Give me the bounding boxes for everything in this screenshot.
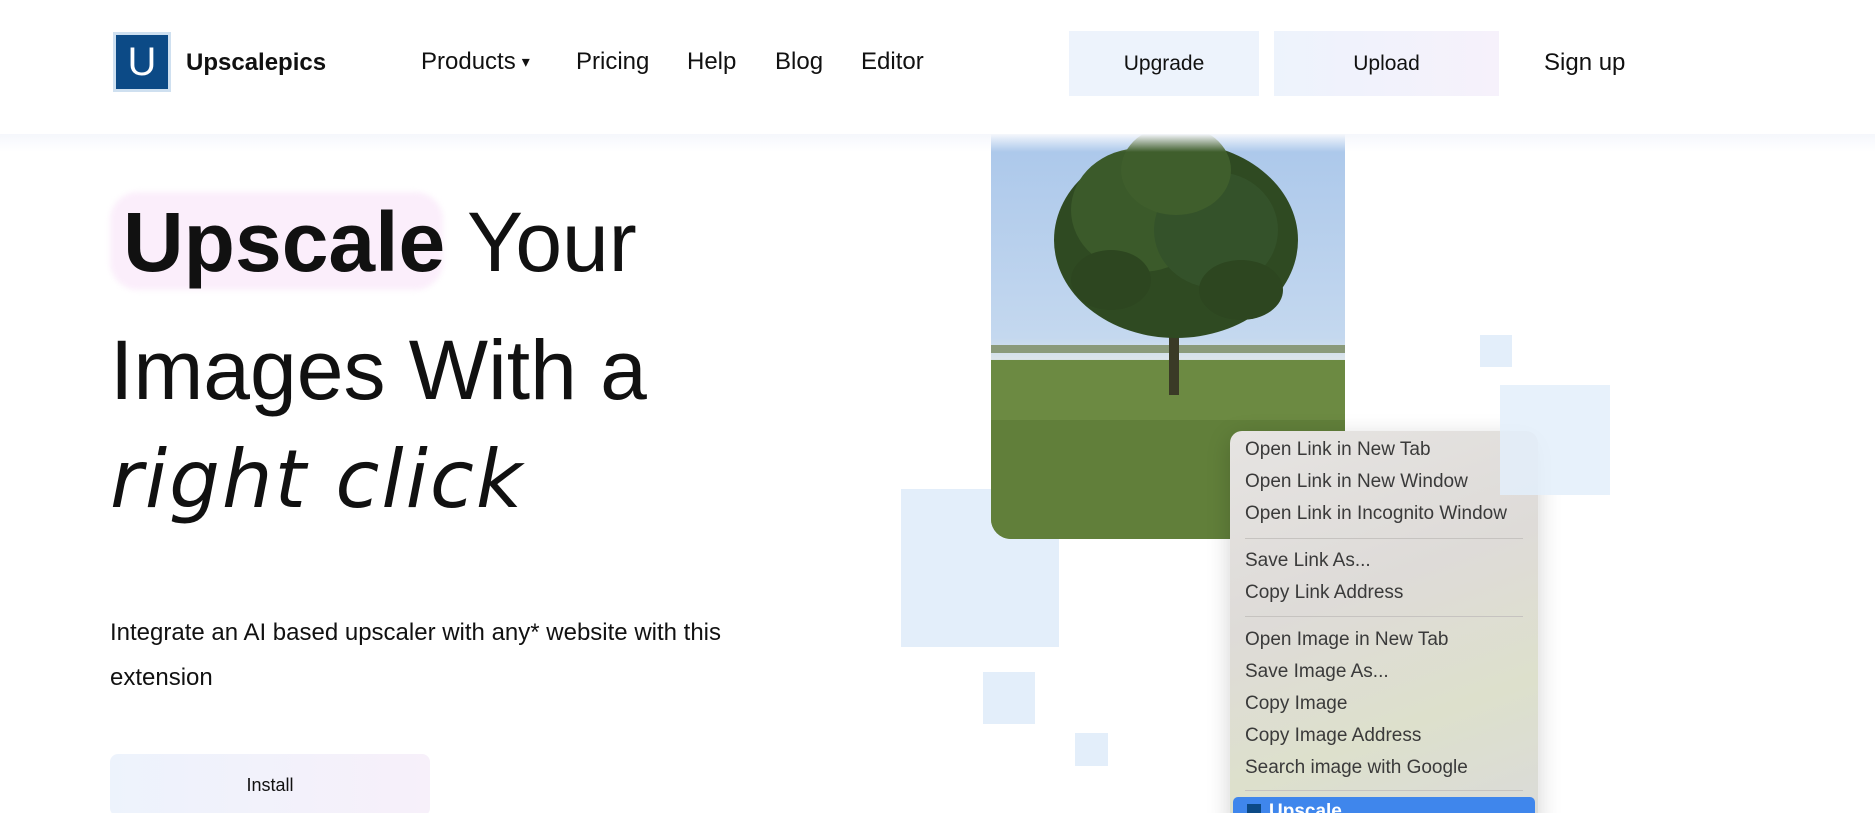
decor-square <box>983 672 1035 724</box>
menu-item-copy-image[interactable]: Copy Image <box>1245 693 1347 715</box>
nav-products[interactable]: Products ▾ <box>421 48 530 76</box>
decor-square <box>1075 733 1108 766</box>
menu-separator <box>1245 790 1523 791</box>
menu-item-open-link-incognito[interactable]: Open Link in Incognito Window <box>1245 503 1507 525</box>
menu-item-search-image-google[interactable]: Search image with Google <box>1245 757 1468 779</box>
nav-editor[interactable]: Editor <box>861 48 924 76</box>
signup-link[interactable]: Sign up <box>1544 49 1625 77</box>
menu-item-open-link-new-window[interactable]: Open Link in New Window <box>1245 471 1468 493</box>
hero-title-line1: Upscale Your <box>110 200 637 284</box>
site-header: U Upscalepics Products ▾ Pricing Help Blo… <box>0 0 1875 134</box>
menu-item-save-link-as[interactable]: Save Link As... <box>1245 550 1371 572</box>
hero-title-bold: Upscale <box>123 195 446 289</box>
header-shadow <box>0 134 1875 152</box>
nav-pricing[interactable]: Pricing <box>576 48 649 76</box>
hero-description: Integrate an AI based upscaler with any*… <box>110 619 722 691</box>
hero-title-line2: Images With a <box>110 323 647 417</box>
menu-item-copy-image-address[interactable]: Copy Image Address <box>1245 725 1421 747</box>
decor-square <box>1480 335 1512 367</box>
menu-item-copy-link-address[interactable]: Copy Link Address <box>1245 582 1403 604</box>
install-button[interactable]: Install <box>110 754 430 813</box>
nav-blog[interactable]: Blog <box>775 48 823 76</box>
hero-title-rest: Your <box>445 195 637 289</box>
nav-help[interactable]: Help <box>687 48 736 76</box>
hero-title-line3: right click <box>110 433 525 526</box>
menu-item-save-image-as[interactable]: Save Image As... <box>1245 661 1389 683</box>
menu-separator <box>1245 616 1523 617</box>
menu-separator <box>1245 538 1523 539</box>
logo-icon[interactable]: U <box>113 32 171 92</box>
decor-square <box>1500 385 1610 495</box>
upload-button[interactable]: Upload <box>1274 31 1499 96</box>
menu-item-upscale-label: Upscale <box>1269 801 1342 813</box>
nav-products-label: Products <box>421 48 516 75</box>
menu-item-open-link-new-tab[interactable]: Open Link in New Tab <box>1245 439 1431 461</box>
upgrade-button[interactable]: Upgrade <box>1069 31 1259 96</box>
logo-letter: U <box>127 40 157 84</box>
chevron-down-icon: ▾ <box>521 54 530 71</box>
context-menu: Open Link in New Tab Open Link in New Wi… <box>1230 431 1538 813</box>
upscale-icon <box>1247 804 1261 813</box>
menu-item-upscale[interactable]: Upscale <box>1233 797 1535 813</box>
menu-item-open-image-new-tab[interactable]: Open Image in New Tab <box>1245 629 1449 651</box>
brand-name[interactable]: Upscalepics <box>186 49 326 77</box>
